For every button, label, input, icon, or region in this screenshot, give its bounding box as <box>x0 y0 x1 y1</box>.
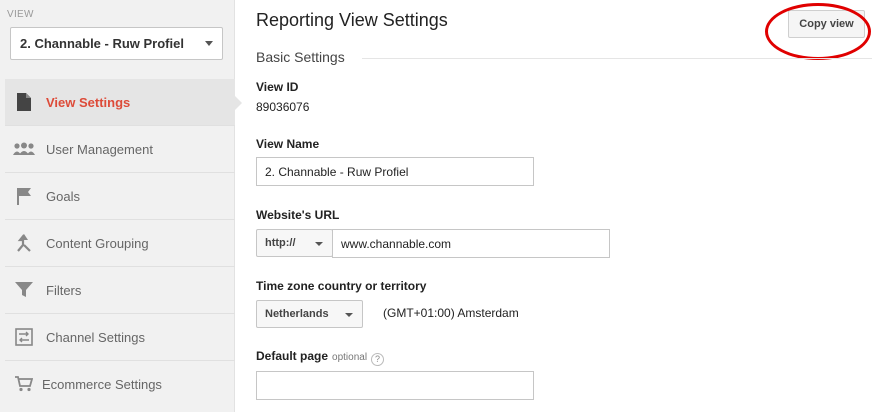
flag-icon <box>13 186 35 206</box>
chevron-down-icon <box>205 41 213 46</box>
sidebar-item-user-management[interactable]: User Management <box>5 126 235 173</box>
default-page-input[interactable] <box>256 371 534 400</box>
timezone-label: Time zone country or territory <box>256 279 427 293</box>
sidebar-item-goals[interactable]: Goals <box>5 173 235 220</box>
copy-view-button[interactable]: Copy view <box>788 10 865 38</box>
optional-tag: optional <box>332 352 368 363</box>
view-label: VIEW <box>7 9 34 20</box>
protocol-select[interactable]: http:// <box>256 229 333 257</box>
default-page-label-text: Default page <box>256 349 329 363</box>
view-id-value: 89036076 <box>256 100 310 114</box>
view-select-value: 2. Channable - Ruw Profiel <box>20 36 184 51</box>
main-panel: Reporting View Settings Copy view Basic … <box>236 0 875 412</box>
website-url-input[interactable] <box>332 229 610 258</box>
chevron-down-icon <box>345 313 353 317</box>
page-title: Reporting View Settings <box>256 10 448 30</box>
view-select[interactable]: 2. Channable - Ruw Profiel <box>10 27 223 60</box>
section-title: Basic Settings <box>256 49 345 65</box>
view-name-label: View Name <box>256 137 320 151</box>
cart-icon <box>13 374 35 394</box>
default-page-label: Default page optional? <box>256 349 385 366</box>
channel-settings-icon <box>13 327 35 347</box>
sidebar-nav: View Settings User Management Goals Cont… <box>5 79 242 408</box>
chevron-down-icon <box>315 242 323 246</box>
filter-icon <box>13 280 35 300</box>
website-url-label: Website's URL <box>256 208 340 222</box>
users-icon <box>13 139 35 159</box>
content-grouping-icon <box>13 233 35 253</box>
view-id-label: View ID <box>256 80 299 94</box>
sidebar-item-content-grouping[interactable]: Content Grouping <box>5 220 235 267</box>
sidebar-item-label: Filters <box>46 282 82 298</box>
document-icon <box>13 92 35 112</box>
protocol-select-value: http:// <box>265 237 296 249</box>
sidebar-item-label: View Settings <box>46 94 131 110</box>
sidebar-item-label: Channel Settings <box>46 329 146 345</box>
sidebar-item-view-settings[interactable]: View Settings <box>5 79 242 126</box>
sidebar: VIEW 2. Channable - Ruw Profiel View Set… <box>0 0 242 412</box>
timezone-country-value: Netherlands <box>265 308 329 320</box>
sidebar-item-ecommerce-settings[interactable]: Ecommerce Settings <box>5 361 235 408</box>
timezone-country-select[interactable]: Netherlands <box>256 300 363 328</box>
sidebar-item-channel-settings[interactable]: Channel Settings <box>5 314 235 361</box>
sidebar-item-label: Ecommerce Settings <box>42 377 162 392</box>
sidebar-item-label: User Management <box>46 141 153 157</box>
sidebar-item-filters[interactable]: Filters <box>5 267 235 314</box>
help-icon[interactable]: ? <box>371 353 385 366</box>
sidebar-item-label: Content Grouping <box>46 235 149 251</box>
sidebar-item-label: Goals <box>46 188 80 204</box>
section-divider <box>362 58 872 59</box>
timezone-zone-text: (GMT+01:00) Amsterdam <box>383 306 519 320</box>
view-name-input[interactable] <box>256 157 534 186</box>
